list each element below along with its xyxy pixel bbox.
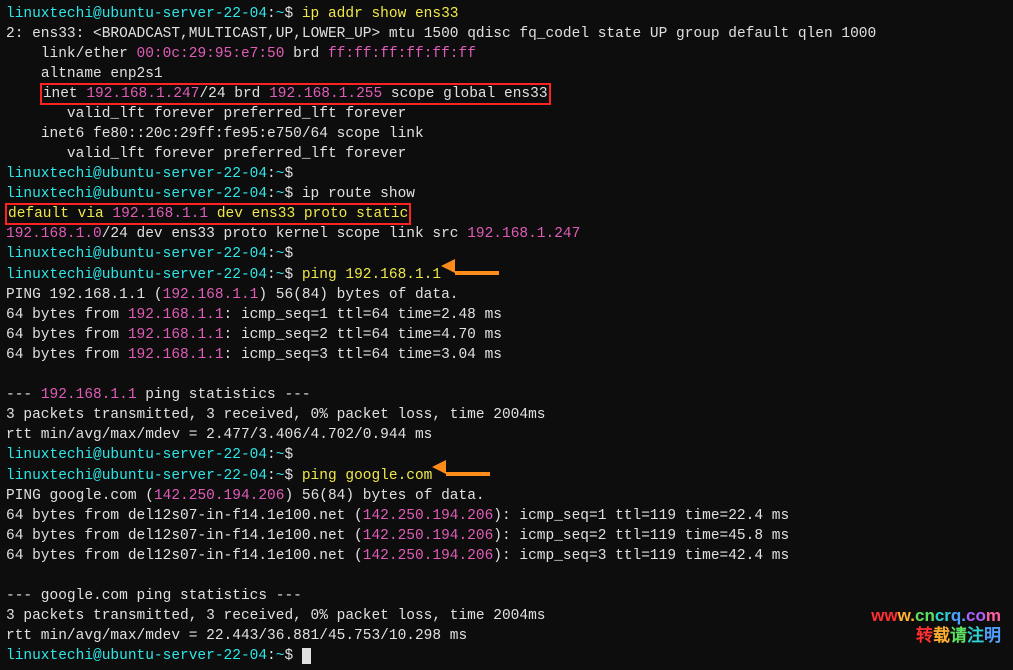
prompt-line: linuxtechi@ubuntu-server-22-04:~$ <box>6 164 1007 184</box>
cmd-ip-addr: ip addr show ens33 <box>302 6 459 22</box>
prompt-line: linuxtechi@ubuntu-server-22-04:~$ ip add… <box>6 4 1007 24</box>
prompt-line: linuxtechi@ubuntu-server-22-04:~$ <box>6 244 1007 264</box>
output <box>6 365 1007 385</box>
red-highlight-box: inet 192.168.1.247/24 brd 192.168.1.255 … <box>40 83 551 105</box>
output: 64 bytes from 192.168.1.1: icmp_seq=3 tt… <box>6 345 1007 365</box>
prompt-line: linuxtechi@ubuntu-server-22-04:~$ ip rou… <box>6 184 1007 204</box>
cursor-icon <box>302 648 311 664</box>
arrow-left-icon <box>455 264 499 284</box>
output: rtt min/avg/max/mdev = 22.443/36.881/45.… <box>6 626 1007 646</box>
output: PING google.com (142.250.194.206) 56(84)… <box>6 486 1007 506</box>
output: 64 bytes from del12s07-in-f14.1e100.net … <box>6 546 1007 566</box>
prompt-line: linuxtechi@ubuntu-server-22-04:~$ ping g… <box>6 465 1007 486</box>
cmd-ping-gw: ping 192.168.1.1 <box>302 267 441 283</box>
prompt-line: linuxtechi@ubuntu-server-22-04:~$ ping 1… <box>6 264 1007 285</box>
arrow-left-icon <box>446 465 490 485</box>
output: 3 packets transmitted, 3 received, 0% pa… <box>6 405 1007 425</box>
output: PING 192.168.1.1 (192.168.1.1) 56(84) by… <box>6 285 1007 305</box>
output: rtt min/avg/max/mdev = 2.477/3.406/4.702… <box>6 425 1007 445</box>
output: --- 192.168.1.1 ping statistics --- <box>6 385 1007 405</box>
cmd-ip-route: ip route show <box>302 186 415 202</box>
output-inet-highlight: inet 192.168.1.247/24 brd 192.168.1.255 … <box>6 84 1007 104</box>
red-highlight-box: default via 192.168.1.1 dev ens33 proto … <box>5 203 411 225</box>
output: altname enp2s1 <box>6 64 1007 84</box>
output: 2: ens33: <BROADCAST,MULTICAST,UP,LOWER_… <box>6 24 1007 44</box>
output: 64 bytes from 192.168.1.1: icmp_seq=2 tt… <box>6 325 1007 345</box>
terminal-output[interactable]: linuxtechi@ubuntu-server-22-04:~$ ip add… <box>6 4 1007 666</box>
output: 64 bytes from del12s07-in-f14.1e100.net … <box>6 506 1007 526</box>
output: valid_lft forever preferred_lft forever <box>6 144 1007 164</box>
output: inet6 fe80::20c:29ff:fe95:e750/64 scope … <box>6 124 1007 144</box>
output: --- google.com ping statistics --- <box>6 586 1007 606</box>
output: 3 packets transmitted, 3 received, 0% pa… <box>6 606 1007 626</box>
output: 64 bytes from del12s07-in-f14.1e100.net … <box>6 526 1007 546</box>
output: 192.168.1.0/24 dev ens33 proto kernel sc… <box>6 224 1007 244</box>
output: link/ether 00:0c:29:95:e7:50 brd ff:ff:f… <box>6 44 1007 64</box>
output-route-highlight: default via 192.168.1.1 dev ens33 proto … <box>6 204 1007 224</box>
output <box>6 566 1007 586</box>
output: 64 bytes from 192.168.1.1: icmp_seq=1 tt… <box>6 305 1007 325</box>
output: valid_lft forever preferred_lft forever <box>6 104 1007 124</box>
cmd-ping-google: ping google.com <box>302 468 433 484</box>
prompt-line: linuxtechi@ubuntu-server-22-04:~$ <box>6 445 1007 465</box>
